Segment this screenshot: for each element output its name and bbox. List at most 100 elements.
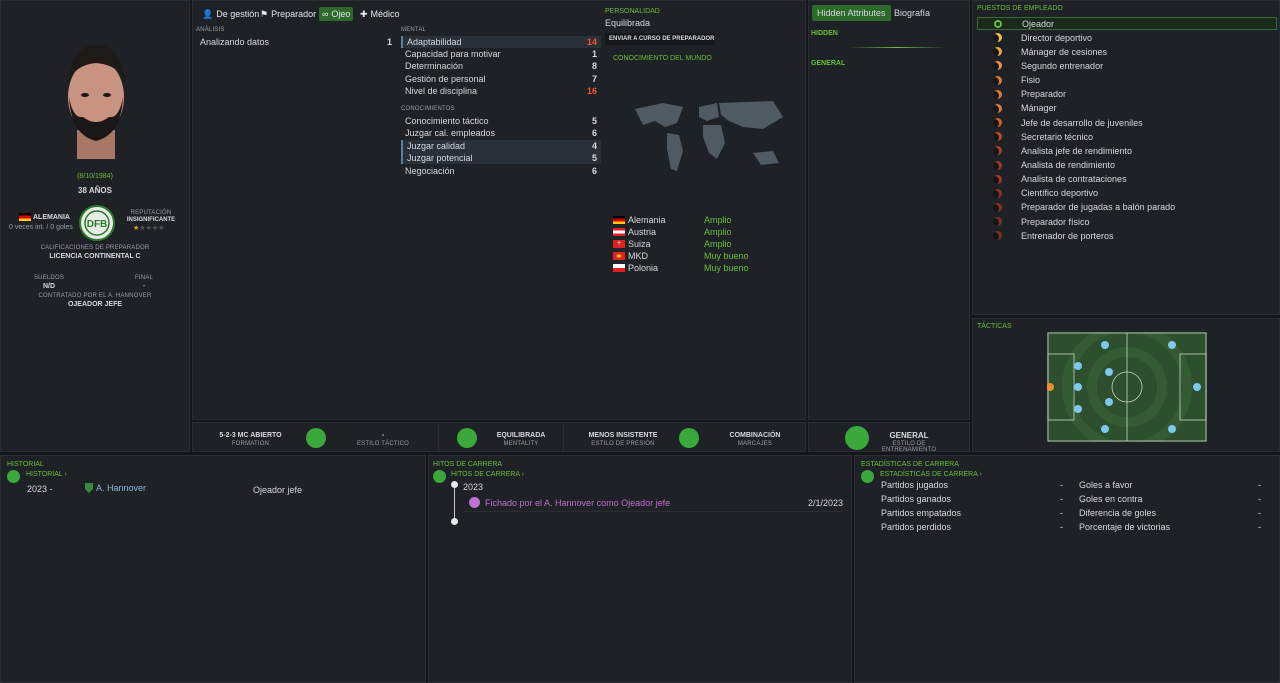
- country-row[interactable]: MKD Muy bueno: [613, 250, 773, 262]
- tab-coach[interactable]: ⚑ Preparador: [257, 7, 319, 21]
- wages-label: SUELDOS: [33, 275, 65, 281]
- tab-scouting[interactable]: ∞ Ojeo: [319, 7, 354, 21]
- staff-role-item[interactable]: Secretario técnico: [977, 130, 1277, 143]
- tactics-pitch[interactable]: [1047, 332, 1207, 442]
- trophy-icon: [433, 470, 446, 483]
- suitability-icon: [993, 89, 1002, 99]
- mental-header: MENTAL: [401, 27, 427, 33]
- history-row[interactable]: 2023 - A. Hannover Ojeador jefe: [7, 483, 421, 495]
- formation[interactable]: 5-2-3 MC ABIERTO: [193, 432, 308, 439]
- staff-role-item[interactable]: Preparador físico: [977, 215, 1277, 228]
- tactical-style[interactable]: -: [353, 432, 413, 439]
- star-filled-icon: ★: [133, 225, 140, 232]
- player-marker: [1101, 425, 1109, 433]
- world-map: [635, 101, 783, 171]
- country-row[interactable]: + Suiza Amplio: [613, 238, 773, 250]
- attribute-row[interactable]: Capacidad para motivar 1: [401, 48, 601, 60]
- suitability-icon: [993, 75, 1002, 85]
- player-marker: [1168, 341, 1176, 349]
- tactics-header: TÁCTICAS: [977, 323, 1012, 330]
- suitability-icon: [993, 146, 1002, 156]
- personality-header: PERSONALIDAD: [605, 8, 660, 15]
- tactics-panel: TÁCTICAS: [972, 318, 1280, 452]
- training-icon: [845, 426, 869, 450]
- staff-role-item[interactable]: Analista de contrataciones: [977, 173, 1277, 186]
- stat-row: Partidos empatados -: [881, 508, 1063, 518]
- reputation: INSIGNIFICANTE: [126, 217, 176, 223]
- staff-role-item[interactable]: Entrenador de porteros: [977, 229, 1277, 242]
- attribute-row[interactable]: Adaptabilidad 14: [401, 36, 601, 48]
- career-stats-panel: ESTADÍSTICAS DE CARRERA ESTADÍSTICAS DE …: [854, 455, 1280, 683]
- staff-roles-panel: PUESTOS DE EMPLEADO Ojeador Director depo…: [972, 0, 1280, 315]
- country-row[interactable]: Austria Amplio: [613, 226, 773, 238]
- tab-biography[interactable]: Biografía: [894, 5, 930, 21]
- suitability-icon: [993, 61, 1002, 71]
- attribute-row[interactable]: Negociación 6: [401, 165, 601, 177]
- player-marker: [1105, 398, 1113, 406]
- macedonia-flag-icon: [613, 252, 625, 260]
- marking-sub: MARCAJES: [737, 441, 773, 447]
- pressing[interactable]: MENOS INSISTENTE: [573, 432, 673, 439]
- staff-role-item[interactable]: Preparador: [977, 88, 1277, 101]
- milestone-row[interactable]: Fichado por el A. Hannover como Ojeador …: [467, 496, 847, 510]
- tab-hidden-attributes[interactable]: Hidden Attributes: [812, 5, 891, 21]
- stat-row: Partidos ganados -: [881, 494, 1063, 504]
- attribute-row[interactable]: Determinación 8: [401, 60, 601, 72]
- stats-icon: [861, 470, 874, 483]
- staff-role-item[interactable]: Fisio: [977, 74, 1277, 87]
- mental-list: Adaptabilidad 14 Capacidad para motivar 1 …: [401, 36, 601, 100]
- wages: N/D: [42, 283, 56, 290]
- attribute-row[interactable]: Nivel de disciplina 16: [401, 85, 601, 97]
- attribute-row[interactable]: Juzgar potencial 5: [401, 152, 601, 164]
- milestone-divider: [463, 511, 843, 512]
- staff-role-item[interactable]: Mánager de cesiones: [977, 45, 1277, 58]
- staff-role-item[interactable]: Analista jefe de rendimiento: [977, 144, 1277, 157]
- staff-role-item[interactable]: Preparador de jugadas a balón parado: [977, 201, 1277, 214]
- staff-role-item[interactable]: Director deportivo: [977, 31, 1277, 44]
- stat-row: Goles en contra -: [1079, 494, 1261, 504]
- staff-role-item[interactable]: Mánager: [977, 102, 1277, 115]
- coach-course-button[interactable]: ENVIAR A CURSO DE PREPARADOR: [605, 33, 715, 45]
- stat-row: Goles a favor -: [1079, 480, 1261, 490]
- mentality[interactable]: EQUILIBRADA: [483, 432, 559, 439]
- tab-management[interactable]: 👤 De gestión: [199, 7, 262, 21]
- attribute-row[interactable]: Conocimiento táctico 5: [401, 115, 601, 127]
- history-link[interactable]: HISTORIAL ›: [26, 471, 67, 478]
- selected-ring-icon: [994, 19, 1002, 28]
- coach-quals-label: CALIFICACIONES DE PREPARADOR: [40, 245, 150, 251]
- knowledge-header: CONOCIMIENTOS: [401, 106, 455, 112]
- history-panel: HISTORIAL HISTORIAL › 2023 - A. Hannover…: [0, 455, 426, 683]
- marking[interactable]: COMBINACIÓN: [709, 432, 801, 439]
- stats-header: ESTADÍSTICAS DE CARRERA: [861, 461, 959, 468]
- austria-flag-icon: [613, 228, 625, 236]
- timeline-dot: [451, 481, 458, 488]
- suitability-icon: [993, 33, 1002, 43]
- attribute-row[interactable]: Juzgar calidad 4: [401, 140, 601, 152]
- player-marker: [1074, 383, 1082, 391]
- binoculars-icon: ∞: [322, 9, 329, 19]
- training-style-sub: ESTILO DE ENTRENAMIENTO: [881, 441, 937, 453]
- staff-role-item[interactable]: Segundo entrenador: [977, 59, 1277, 72]
- signing-icon: [469, 497, 480, 508]
- training-style[interactable]: GENERAL: [871, 431, 947, 440]
- tab-medical[interactable]: ✚ Médico: [357, 7, 403, 21]
- bar-divider: [438, 423, 439, 453]
- staff-role-item[interactable]: Ojeador: [977, 17, 1277, 30]
- country-row[interactable]: Polonia Muy bueno: [613, 262, 773, 274]
- stats-link[interactable]: ESTADÍSTICAS DE CARRERA ›: [880, 471, 982, 478]
- attribute-row[interactable]: Gestión de personal 7: [401, 73, 601, 85]
- timeline-dot: [451, 518, 458, 525]
- attribute-row[interactable]: Analizando datos 1: [196, 36, 396, 48]
- nation: ALEMANIA: [19, 213, 70, 221]
- staff-role-item[interactable]: Científico deportivo: [977, 187, 1277, 200]
- country-row[interactable]: Alemania Amplio: [613, 214, 773, 226]
- attribute-row[interactable]: Juzgar cal. empleados 6: [401, 127, 601, 139]
- staff-role-item[interactable]: Jefe de desarrollo de juveniles: [977, 116, 1277, 129]
- reputation-stars: ★★★★★: [133, 225, 165, 232]
- federation-logo-icon[interactable]: DFB: [79, 205, 115, 241]
- role: OJEADOR JEFE: [67, 301, 123, 308]
- milestones-link[interactable]: HITOS DE CARRERA ›: [451, 471, 524, 478]
- svg-text:DFB: DFB: [87, 219, 108, 230]
- staff-role-item[interactable]: Analista de rendimiento: [977, 159, 1277, 172]
- stat-row: Diferencia de goles -: [1079, 508, 1261, 518]
